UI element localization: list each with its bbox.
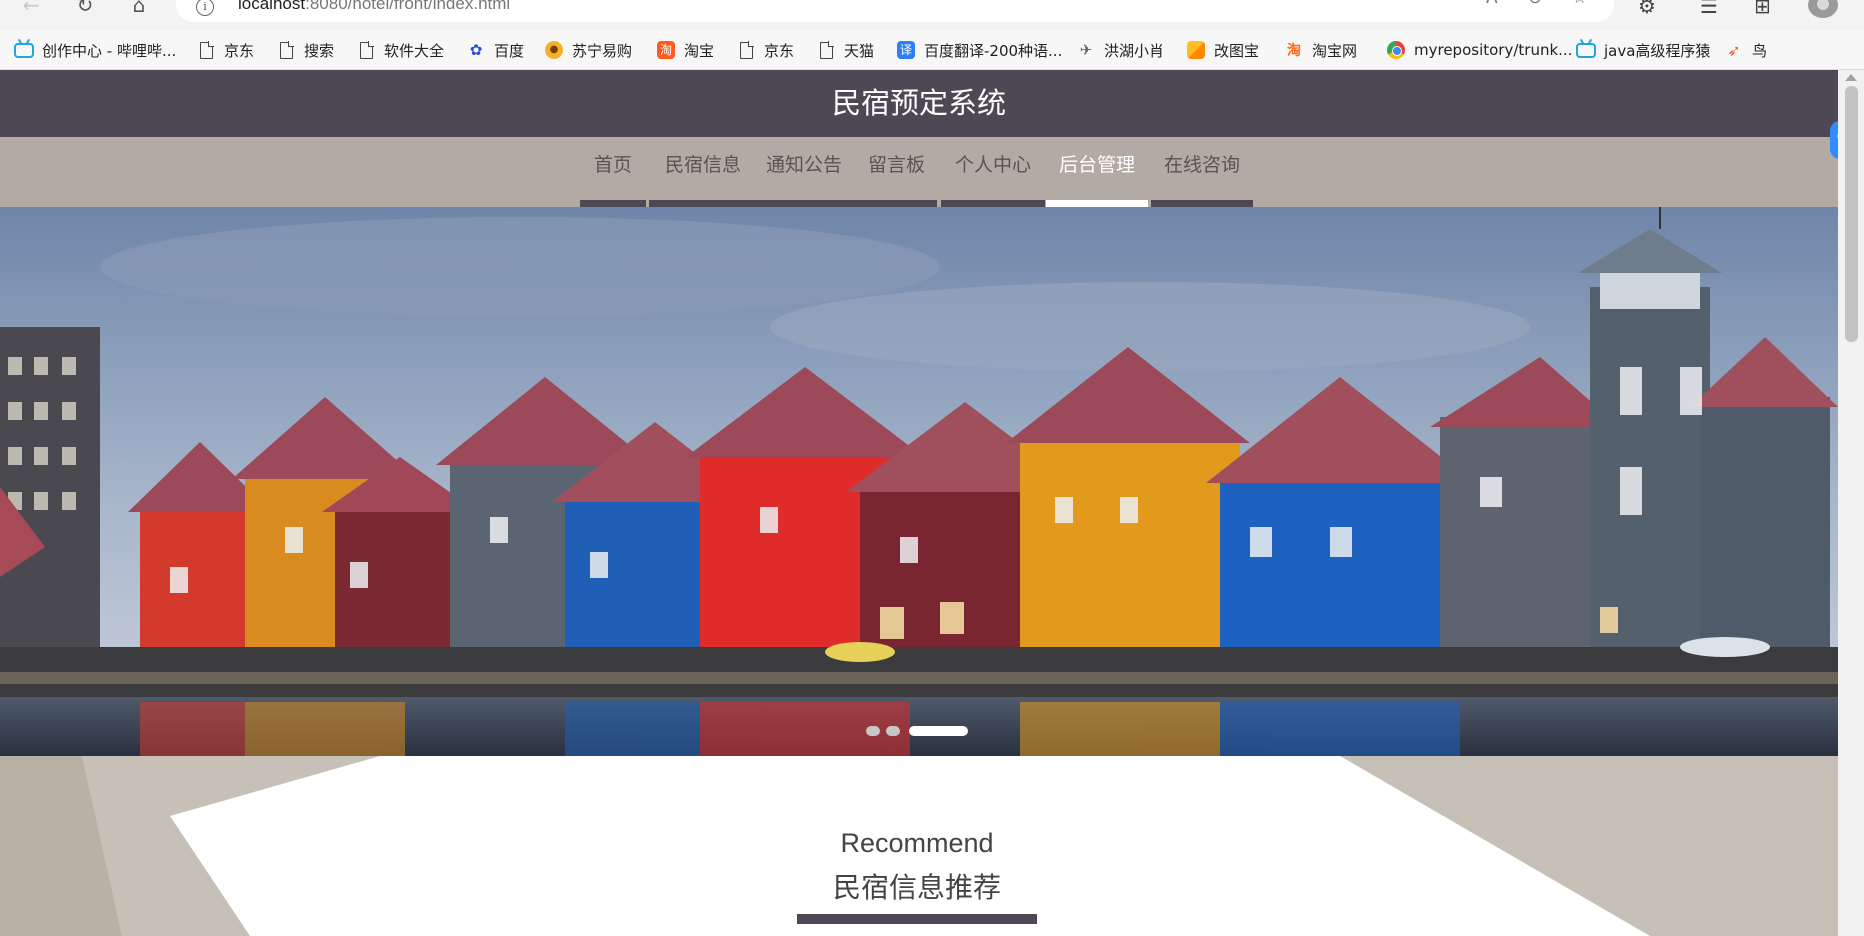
home-icon[interactable]: ⌂ (124, 0, 154, 18)
scroll-up-arrow-icon[interactable] (1845, 74, 1857, 81)
nav-underline (941, 200, 1045, 207)
site-header: 民宿预定系统 (0, 70, 1838, 137)
recommend-section: Recommend 民宿信息推荐 (0, 756, 1838, 936)
bookmark-item[interactable]: ✈ 洪湖小肖 (1076, 38, 1164, 62)
vertical-scrollbar[interactable] (1838, 70, 1864, 936)
nav-item-admin[interactable]: 后台管理 (1046, 137, 1148, 207)
taobao-icon: 淘 (656, 40, 676, 60)
favorites-list-icon[interactable]: ☰ (1700, 0, 1718, 18)
bookmark-item[interactable]: 搜索 (276, 38, 334, 62)
baidu-paw-icon: ✿ (469, 41, 483, 59)
bookmark-item[interactable]: 译百度翻译-200种语... (896, 38, 1062, 62)
page-icon (356, 40, 376, 60)
taobao-icon: 淘 (1287, 43, 1301, 59)
nav-underline (580, 200, 646, 207)
refresh-icon[interactable]: ↻ (70, 0, 100, 18)
page-icon (196, 40, 216, 60)
bookmark-item[interactable]: ✿ 百度 (466, 38, 524, 62)
kite-icon: ➶ (1727, 40, 1741, 60)
bilibili-icon (14, 40, 34, 60)
nav-item-online-consult[interactable]: 在线咨询 (1151, 137, 1253, 207)
url-text[interactable]: localhost:8080/hotel/front/index.html (238, 0, 510, 14)
address-bar[interactable]: i localhost:8080/hotel/front/index.html … (176, 0, 1614, 22)
read-aloud-icon[interactable]: A (1486, 0, 1498, 8)
nav-underline-active (1046, 200, 1148, 207)
collections-icon[interactable]: ⊞ (1754, 0, 1771, 18)
main-nav: 首页 民宿信息 通知公告 留言板 个人中心 后台管理 在线咨询 (0, 137, 1838, 207)
nav-item-personal-center[interactable]: 个人中心 (941, 137, 1045, 207)
banner-image (0, 207, 1838, 756)
page-viewport: 民宿预定系统 首页 民宿信息 通知公告 留言板 个人中心 后台管理 在线咨询 R… (0, 70, 1864, 936)
carousel-dot[interactable] (866, 726, 880, 736)
gaitubao-icon (1186, 40, 1206, 60)
info-icon[interactable]: i (196, 0, 214, 16)
banner-carousel[interactable] (0, 207, 1838, 756)
carousel-dot-active[interactable] (909, 726, 968, 736)
bookmark-item[interactable]: ➶ 鸟 (1724, 38, 1767, 62)
bilibili-icon (1576, 40, 1596, 60)
bookmark-item[interactable]: ● 苏宁易购 (544, 38, 632, 62)
bookmark-item[interactable]: 淘淘宝网 (1284, 38, 1357, 62)
bookmark-item[interactable]: 淘淘宝 (656, 38, 714, 62)
bookmark-item[interactable]: myrepository/trunk... (1386, 38, 1572, 62)
page-icon (816, 40, 836, 60)
site-title: 民宿预定系统 (831, 86, 1006, 120)
bookmark-item[interactable]: 软件大全 (356, 38, 444, 62)
recommend-underline (797, 914, 1037, 924)
translate-icon: 译 (896, 40, 916, 60)
bookmarks-bar: 创作中心 - 哔哩哔... 京东 搜索 软件大全 ✿ 百度 ● 苏宁易购 淘淘宝 京… (0, 30, 1864, 70)
recommend-title-zh: 民宿信息推荐 (832, 871, 1001, 904)
favorite-star-icon[interactable]: ☆ (1572, 0, 1587, 8)
bird-icon: ✈ (1079, 41, 1093, 59)
zoom-out-icon[interactable]: ⊖ (1528, 0, 1542, 8)
bookmark-item[interactable]: 京东 (736, 38, 794, 62)
puzzle-icon[interactable]: ⚙ (1638, 0, 1656, 18)
bookmark-item[interactable]: java高级程序猿 (1576, 38, 1710, 62)
suning-icon: ● (544, 40, 564, 60)
bookmark-item[interactable]: 天猫 (816, 38, 874, 62)
nav-item-home[interactable]: 首页 (580, 137, 646, 207)
chrome-icon (1386, 40, 1406, 60)
nav-underline (649, 200, 937, 207)
bookmark-item[interactable]: 京东 (196, 38, 254, 62)
carousel-dot[interactable] (886, 726, 900, 736)
page-icon (276, 40, 296, 60)
scroll-thumb[interactable] (1845, 86, 1858, 342)
avatar-icon[interactable] (1808, 0, 1838, 18)
nav-underline (1151, 200, 1253, 207)
recommend-title-en: Recommend (840, 828, 994, 858)
bookmark-item[interactable]: 创作中心 - 哔哩哔... (14, 38, 176, 62)
back-arrow-icon[interactable]: ← (16, 0, 46, 18)
nav-item-homestay-info[interactable]: 民宿信息 通知公告 留言板 (649, 137, 937, 207)
page-icon (736, 40, 756, 60)
browser-toolbar: ← ↻ ⌂ i localhost:8080/hotel/front/index… (0, 0, 1864, 30)
bookmark-item[interactable]: 改图宝 (1186, 38, 1259, 62)
